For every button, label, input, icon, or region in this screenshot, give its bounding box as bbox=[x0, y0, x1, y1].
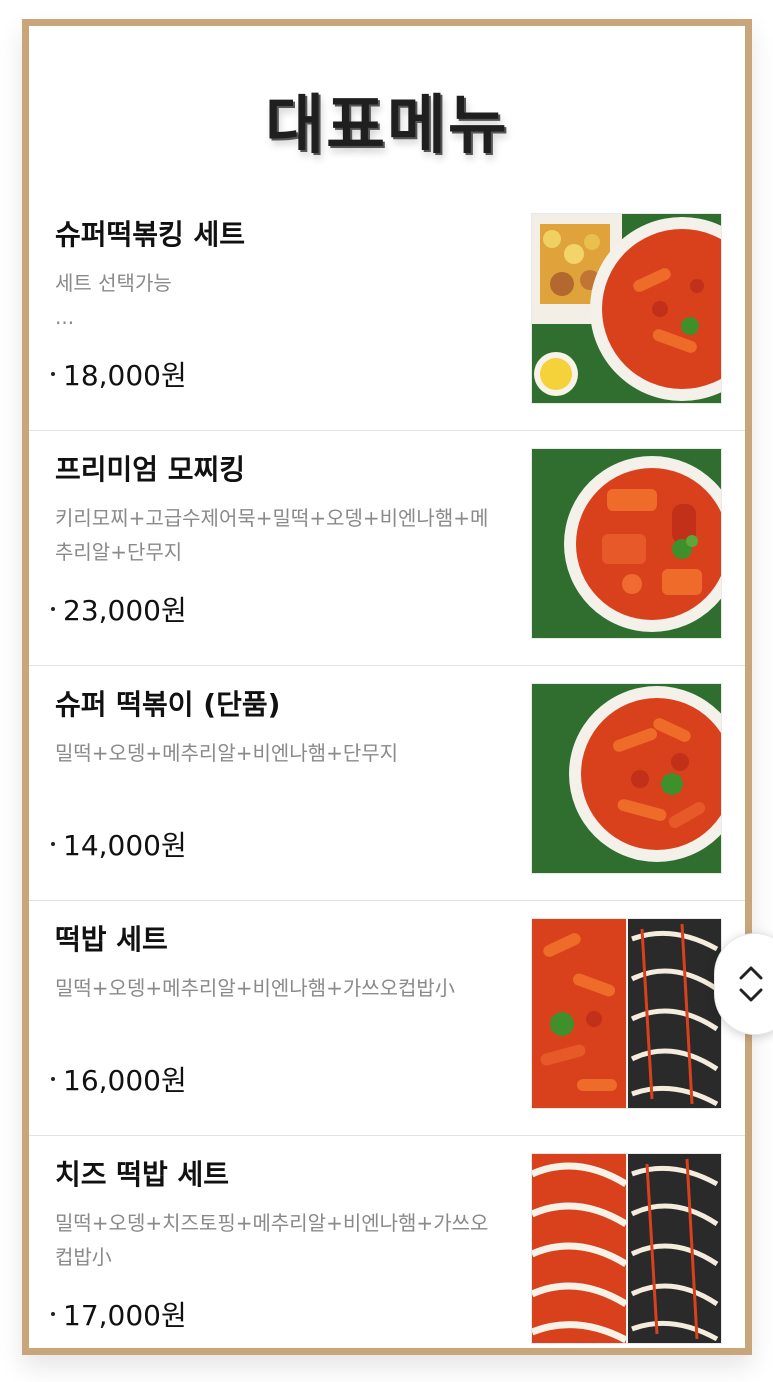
menu-item[interactable]: 슈퍼 떡볶이 (단품) 밀떡+오뎅+메추리알+비엔나햄+단무지 14,000원 bbox=[29, 666, 745, 901]
menu-list: 슈퍼떡볶킹 세트 세트 선택가능 ... 18,000원 프리미엄 모찌킹 키리… bbox=[29, 196, 745, 1370]
price-text: 17,000원 bbox=[63, 1299, 187, 1332]
menu-item[interactable]: 치즈 떡밥 세트 밀떡+오뎅+치즈토핑+메추리알+비엔나햄+가쓰오컵밥小 17,… bbox=[29, 1136, 745, 1370]
bullet-dot bbox=[51, 607, 55, 611]
bullet-dot bbox=[51, 372, 55, 376]
menu-item-price: 17,000원 bbox=[51, 1294, 187, 1334]
tteokbokki-and-cupbap-photo bbox=[531, 918, 722, 1109]
scroll-toggle-button[interactable] bbox=[714, 933, 773, 1035]
menu-item-name: 치즈 떡밥 세트 bbox=[55, 1158, 230, 1191]
menu-item-description: 밀떡+오뎅+치즈토핑+메추리알+비엔나햄+가쓰오컵밥小 bbox=[55, 1211, 489, 1269]
menu-item-name: 슈퍼 떡볶이 (단품) bbox=[55, 688, 281, 721]
menu-item-name: 떡밥 세트 bbox=[55, 923, 168, 956]
price-text: 14,000원 bbox=[63, 829, 187, 862]
tteokbokki-bowl-photo bbox=[531, 448, 722, 639]
menu-title: 대표메뉴 bbox=[265, 89, 509, 163]
price-text: 18,000원 bbox=[63, 359, 187, 392]
menu-item-name: 슈퍼떡볶킹 세트 bbox=[55, 218, 246, 251]
menu-item-description: 밀떡+오뎅+메추리알+비엔나햄+단무지 bbox=[55, 741, 399, 765]
menu-item[interactable]: 프리미엄 모찌킹 키리모찌+고급수제어묵+밀떡+오뎅+비엔나햄+메추리알+단무지… bbox=[29, 431, 745, 666]
menu-card: 대표메뉴 슈퍼떡볶킹 세트 세트 선택가능 ... 18,000원 프리미엄 모… bbox=[22, 19, 752, 1355]
menu-item-description: 밀떡+오뎅+메추리알+비엔나햄+가쓰오컵밥小 bbox=[55, 976, 455, 1000]
bullet-dot bbox=[51, 1312, 55, 1316]
bullet-dot bbox=[51, 842, 55, 846]
menu-item-price: 18,000원 bbox=[51, 354, 187, 394]
menu-item-price: 14,000원 bbox=[51, 824, 187, 864]
menu-item-description: 키리모찌+고급수제어묵+밀떡+오뎅+비엔나햄+메추리알+단무지 bbox=[55, 506, 489, 564]
price-text: 23,000원 bbox=[63, 594, 187, 627]
tteokbokki-with-fries-photo bbox=[531, 213, 722, 404]
bullet-dot bbox=[51, 1077, 55, 1081]
tteokbokki-bowl-photo bbox=[531, 683, 722, 874]
menu-item[interactable]: 슈퍼떡볶킹 세트 세트 선택가능 ... 18,000원 bbox=[29, 196, 745, 431]
menu-item-name: 프리미엄 모찌킹 bbox=[55, 453, 246, 486]
cheese-tteokbokki-and-cupbap-photo bbox=[531, 1153, 722, 1344]
chevron-up-down-icon bbox=[739, 966, 763, 1002]
menu-item-price: 23,000원 bbox=[51, 589, 187, 629]
menu-item-price: 16,000원 bbox=[51, 1059, 187, 1099]
menu-item-description: 세트 선택가능 ... bbox=[55, 271, 172, 329]
menu-item[interactable]: 떡밥 세트 밀떡+오뎅+메추리알+비엔나햄+가쓰오컵밥小 16,000원 bbox=[29, 901, 745, 1136]
price-text: 16,000원 bbox=[63, 1064, 187, 1097]
